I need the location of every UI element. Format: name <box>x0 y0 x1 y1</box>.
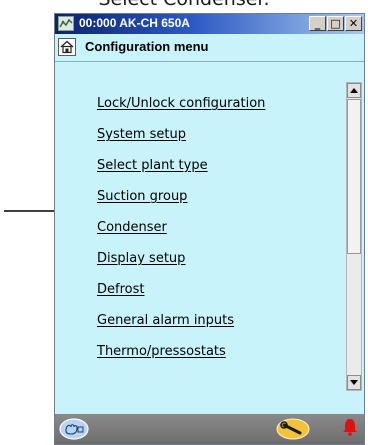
menu-item-thermo-pressostats[interactable]: Thermo/pressostats <box>97 344 226 359</box>
menu-item-defrost[interactable]: Defrost <box>97 282 144 297</box>
title-bar[interactable]: 00:000 AK-CH 650A _ □ ✕ <box>55 14 364 34</box>
home-icon[interactable] <box>58 38 76 56</box>
scrollbar-thumb[interactable] <box>347 99 361 254</box>
menu-header: Configuration menu <box>55 34 364 62</box>
menu-item-system-setup[interactable]: System setup <box>97 127 186 142</box>
menu-item-general-alarm-inputs[interactable]: General alarm inputs <box>97 313 234 328</box>
app-window: 00:000 AK-CH 650A _ □ ✕ Configuration me… <box>54 13 365 445</box>
menu-item-lock-unlock[interactable]: Lock/Unlock configuration <box>97 96 265 111</box>
app-icon[interactable] <box>58 16 74 31</box>
window-title: 00:000 AK-CH 650A <box>79 16 190 30</box>
hand-icon[interactable] <box>59 418 89 440</box>
close-button[interactable]: ✕ <box>345 16 362 31</box>
vertical-scrollbar[interactable] <box>346 82 362 391</box>
scroll-down-button[interactable] <box>347 375 361 390</box>
window-controls: _ □ ✕ <box>309 16 362 31</box>
maximize-button[interactable]: □ <box>327 16 344 31</box>
instruction-caption: Select Condenser. <box>0 0 368 10</box>
minimize-button[interactable]: _ <box>309 16 326 31</box>
bell-icon[interactable] <box>342 418 358 436</box>
menu-item-select-plant-type[interactable]: Select plant type <box>97 158 208 173</box>
page-title: Configuration menu <box>85 39 209 54</box>
wrench-icon[interactable] <box>275 417 311 441</box>
scroll-up-button[interactable] <box>347 83 361 98</box>
menu-item-display-setup[interactable]: Display setup <box>97 251 185 266</box>
menu-item-suction-group[interactable]: Suction group <box>97 189 187 204</box>
menu-list: Lock/Unlock configuration System setup S… <box>55 62 364 392</box>
menu-item-condenser[interactable]: Condenser <box>97 220 167 235</box>
status-bar <box>55 414 364 444</box>
